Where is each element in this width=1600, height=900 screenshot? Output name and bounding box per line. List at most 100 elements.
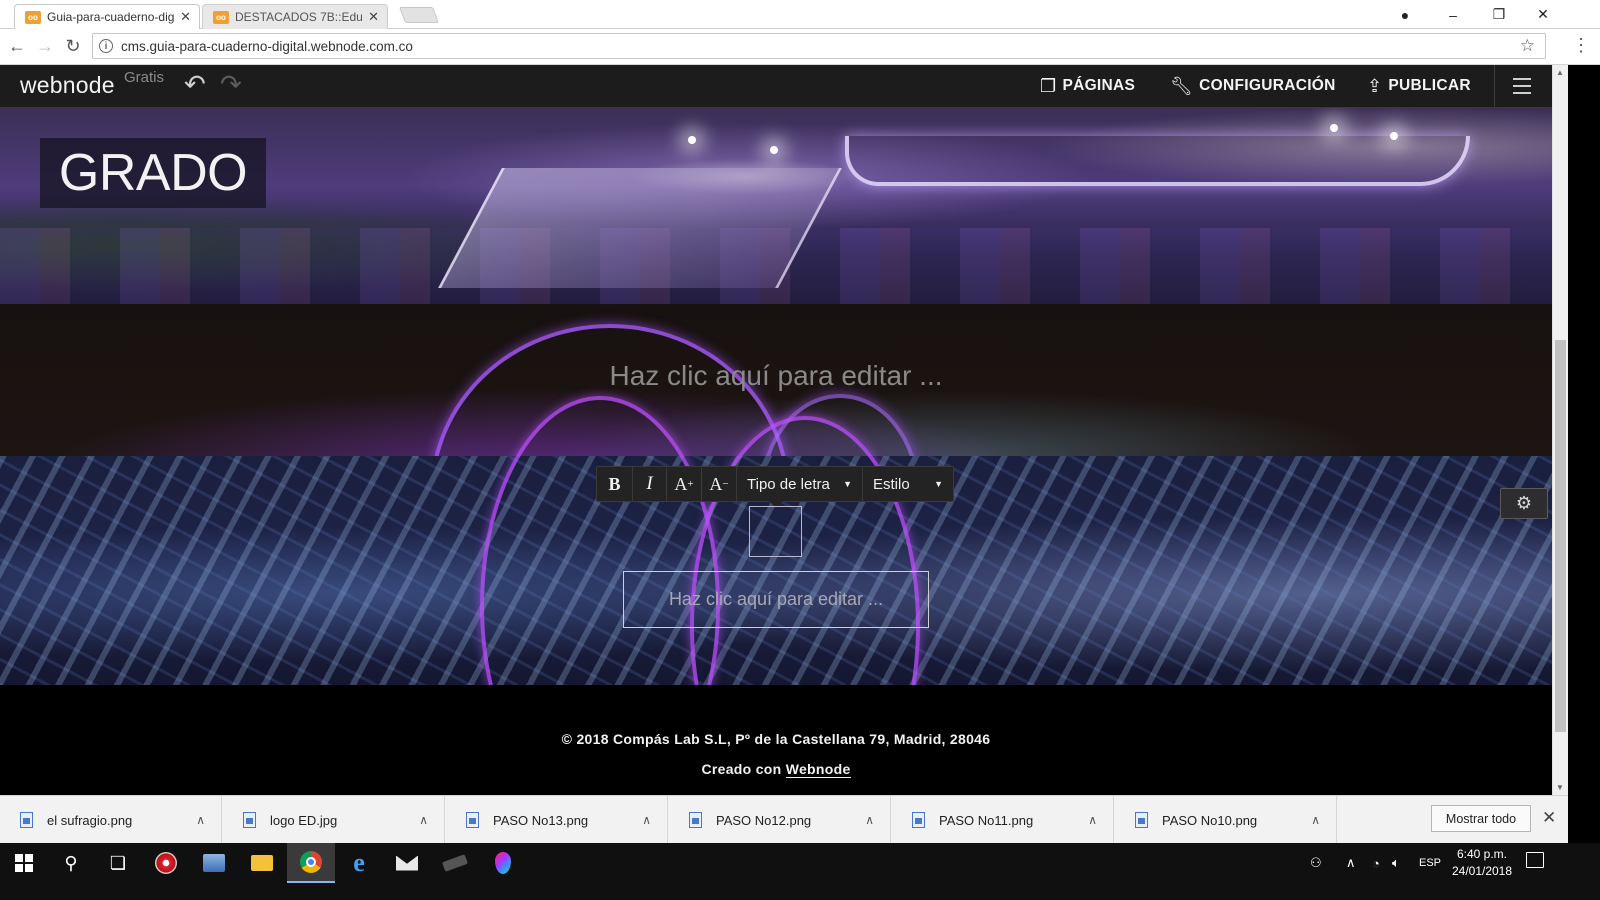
- undo-icon[interactable]: ↶: [184, 69, 206, 100]
- chevron-up-icon[interactable]: ∧: [642, 813, 651, 827]
- empty-editable-box[interactable]: [749, 506, 802, 557]
- forward-button[interactable]: →: [34, 35, 56, 57]
- image-file-icon: [20, 812, 33, 828]
- decrease-font-glyph: A: [709, 473, 723, 494]
- back-button[interactable]: ←: [6, 35, 28, 57]
- tab-guia[interactable]: oo Guia-para-cuaderno-digi ✕: [14, 4, 200, 29]
- webnode-logo[interactable]: webnode: [20, 72, 115, 99]
- image-file-icon: [466, 812, 479, 828]
- app-red-icon[interactable]: [142, 843, 190, 883]
- browser-menu-icon[interactable]: ⋮: [1572, 35, 1590, 56]
- close-window-button[interactable]: ✕: [1520, 0, 1566, 29]
- tab-destacados[interactable]: oo DESTACADOS 7B::Edufis ✕: [202, 4, 388, 29]
- plan-label: Gratis: [124, 69, 165, 86]
- decrease-font-button[interactable]: A −: [702, 467, 737, 501]
- hamburger-menu-icon[interactable]: [1513, 78, 1531, 99]
- clock-date: 24/01/2018: [1451, 864, 1513, 878]
- italic-button[interactable]: I: [633, 467, 667, 501]
- editable-button-box[interactable]: Haz clic aquí para editar ...: [623, 571, 929, 628]
- url-input[interactable]: i cms.guia-para-cuaderno-digital.webnode…: [92, 33, 1546, 59]
- search-icon[interactable]: ⚲: [47, 843, 95, 883]
- wifi-icon[interactable]: ◔: [1372, 843, 1380, 883]
- download-item[interactable]: el sufragio.png ∧: [0, 796, 222, 844]
- webnode-favicon-icon: oo: [213, 10, 229, 24]
- download-item[interactable]: PASO No10.png ∧: [1115, 796, 1337, 844]
- webnode-favicon-icon: oo: [25, 10, 41, 24]
- created-prefix: Creado con: [701, 761, 782, 777]
- mail-icon[interactable]: [383, 843, 431, 883]
- file-explorer-icon[interactable]: [238, 843, 286, 883]
- close-downloads-icon[interactable]: ✕: [1542, 808, 1556, 828]
- section-settings-gear-icon[interactable]: ⚙: [1500, 488, 1548, 519]
- app-box-icon[interactable]: [190, 843, 238, 883]
- chevron-up-icon[interactable]: ∧: [196, 813, 205, 827]
- menu-paginas[interactable]: ❐ PÁGINAS: [1040, 65, 1135, 107]
- volume-icon[interactable]: 🔈︎: [1392, 843, 1400, 883]
- redo-icon[interactable]: ↷: [220, 69, 242, 100]
- page-canvas: GRADO Haz clic aquí para editar ... B I …: [0, 108, 1552, 686]
- chrome-icon[interactable]: [287, 843, 335, 883]
- page-scrollbar[interactable]: ▲ ▼: [1552, 65, 1568, 795]
- editable-text-placeholder[interactable]: Haz clic aquí para editar ...: [0, 360, 1552, 392]
- wrench-icon: 🔧︎: [1170, 75, 1194, 96]
- scroll-up-arrow-icon[interactable]: ▲: [1556, 68, 1564, 77]
- download-filename: PASO No10.png: [1162, 812, 1258, 828]
- downloads-bar: el sufragio.png ∧ logo ED.jpg ∧ PASO No1…: [0, 795, 1568, 844]
- system-clock[interactable]: 6:40 p.m. 24/01/2018: [1440, 846, 1524, 880]
- font-family-dropdown[interactable]: Tipo de letra ▼: [737, 467, 863, 501]
- download-filename: el sufragio.png: [47, 812, 133, 828]
- download-filename: PASO No13.png: [493, 812, 589, 828]
- lamp-light: [1390, 132, 1398, 140]
- scroll-down-arrow-icon[interactable]: ▼: [1556, 783, 1564, 792]
- hero-background-image: GRADO: [0, 108, 1552, 304]
- hero-title-box[interactable]: GRADO: [40, 138, 266, 208]
- profile-icon[interactable]: ●: [1382, 0, 1428, 29]
- webnode-link[interactable]: Webnode: [785, 761, 851, 778]
- increase-font-button[interactable]: A +: [667, 467, 702, 501]
- tray-chevron-up-icon[interactable]: ∧: [1346, 843, 1356, 883]
- new-tab-button[interactable]: [399, 7, 439, 23]
- hero-title[interactable]: GRADO: [59, 143, 248, 203]
- lamp-light: [770, 146, 778, 154]
- info-icon[interactable]: i: [99, 39, 113, 53]
- image-file-icon: [912, 812, 925, 828]
- reload-button[interactable]: ↻: [62, 35, 84, 57]
- download-item[interactable]: PASO No11.png ∧: [892, 796, 1114, 844]
- editable-button-placeholder: Haz clic aquí para editar ...: [668, 589, 884, 609]
- download-item[interactable]: PASO No13.png ∧: [446, 796, 668, 844]
- download-item[interactable]: PASO No12.png ∧: [669, 796, 891, 844]
- bridge-decoration: [438, 168, 842, 288]
- people-icon[interactable]: ⚇: [1310, 843, 1322, 883]
- minimize-button[interactable]: –: [1430, 0, 1476, 29]
- bookmark-star-icon[interactable]: ☆: [1520, 36, 1535, 56]
- internet-explorer-icon[interactable]: e: [335, 843, 383, 883]
- close-tab-icon[interactable]: ✕: [180, 9, 191, 25]
- app-stick-icon[interactable]: [431, 843, 479, 883]
- start-button[interactable]: [0, 843, 48, 883]
- windows-taskbar: ⚲ ❏ e ⚇ ∧ ◔ 🔈︎ ESP 6:40 p.m. 24/01/2018: [0, 843, 1600, 900]
- increase-font-glyph: A: [674, 473, 688, 494]
- style-dropdown[interactable]: Estilo ▼: [863, 467, 953, 501]
- bold-button[interactable]: B: [597, 467, 633, 501]
- close-tab-icon[interactable]: ✕: [368, 9, 379, 25]
- paint-3d-icon[interactable]: [479, 843, 527, 883]
- scroll-thumb[interactable]: [1555, 340, 1566, 732]
- language-indicator[interactable]: ESP: [1419, 843, 1441, 883]
- download-item[interactable]: logo ED.jpg ∧: [223, 796, 445, 844]
- tab-title: Guia-para-cuaderno-digi: [47, 10, 175, 24]
- chevron-up-icon[interactable]: ∧: [1311, 813, 1320, 827]
- menu-publicar[interactable]: ⇪ PUBLICAR: [1367, 65, 1471, 107]
- restore-button[interactable]: ❐: [1476, 0, 1522, 29]
- download-filename: PASO No12.png: [716, 812, 812, 828]
- show-all-downloads-button[interactable]: Mostrar todo: [1431, 805, 1531, 832]
- menu-publicar-label: PUBLICAR: [1388, 77, 1471, 94]
- menu-configuracion[interactable]: 🔧︎ CONFIGURACIÓN: [1170, 65, 1336, 107]
- download-filename: logo ED.jpg: [270, 812, 338, 828]
- chevron-up-icon[interactable]: ∧: [1088, 813, 1097, 827]
- chevron-up-icon[interactable]: ∧: [865, 813, 874, 827]
- tab-title: DESTACADOS 7B::Edufis: [235, 10, 363, 24]
- action-center-icon[interactable]: [1526, 852, 1544, 868]
- task-view-icon[interactable]: ❏: [94, 843, 142, 883]
- font-family-label: Tipo de letra: [747, 475, 830, 493]
- chevron-up-icon[interactable]: ∧: [419, 813, 428, 827]
